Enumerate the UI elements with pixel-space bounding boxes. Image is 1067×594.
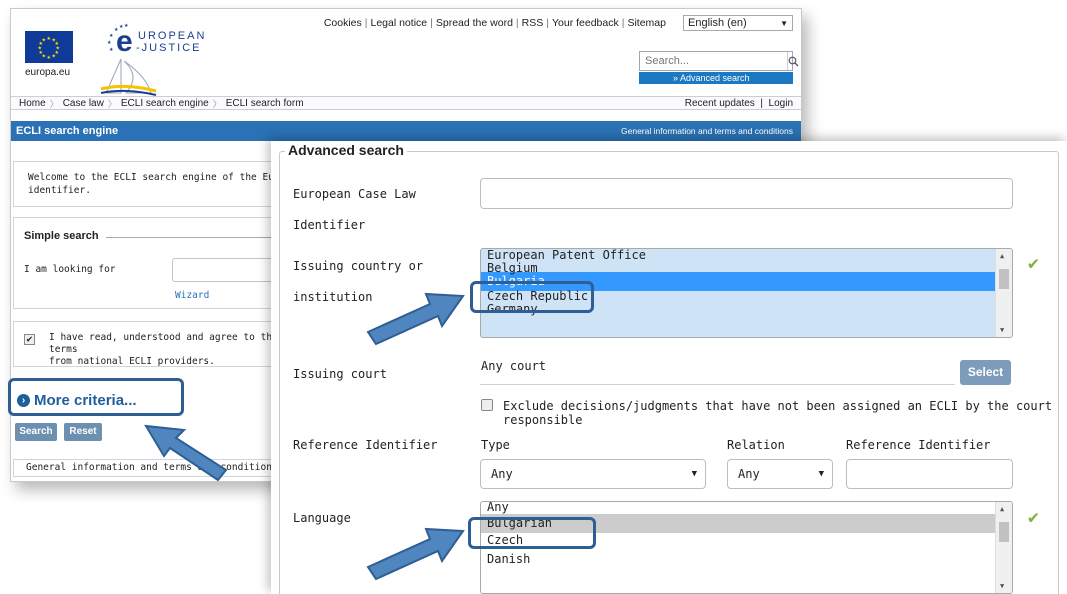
cookies-link[interactable]: Cookies [321, 17, 365, 29]
svg-text:★: ★ [109, 47, 114, 53]
engine-title: ECLI search engine [16, 125, 119, 137]
scroll-thumb[interactable] [999, 269, 1009, 289]
relation-dropdown-value: Any [738, 467, 760, 481]
svg-text:★: ★ [47, 55, 52, 61]
court-label: Issuing court [293, 367, 387, 381]
scroll-up-icon[interactable]: ▲ [1000, 505, 1004, 513]
court-underline [480, 384, 955, 385]
valid-check-icon: ✔ [1028, 507, 1039, 528]
agree-terms-text: I have read, understood and agree to the… [49, 332, 289, 368]
language-scrollbar[interactable]: ▲ ▼ [995, 502, 1012, 593]
ejustice-logo[interactable]: ★ ★ ★ ★ ★ ★ e UROPEAN -JUSTICE [96, 21, 246, 96]
breadcrumb-ecli-engine[interactable]: ECLI search engine [117, 98, 213, 109]
search-icon[interactable] [787, 52, 799, 70]
engine-title-bar: ECLI search engine General information a… [11, 121, 801, 141]
ecli-input[interactable] [480, 178, 1013, 209]
simple-search-title: Simple search [24, 230, 99, 242]
court-value: Any court [481, 359, 547, 373]
scroll-thumb[interactable] [999, 522, 1009, 542]
search-button[interactable]: Search [15, 423, 57, 441]
country-scrollbar[interactable]: ▲ ▼ [995, 249, 1012, 337]
arrow-to-bulgarian-icon [366, 527, 465, 581]
agree-terms-checkbox[interactable]: ✔ [24, 334, 35, 345]
recent-updates-link[interactable]: Recent updates [685, 98, 755, 109]
looking-for-input[interactable] [172, 258, 282, 282]
dropdown-arrow-icon: ▼ [818, 469, 824, 479]
feedback-link[interactable]: Your feedback [549, 17, 622, 29]
europa-label: europa.eu [25, 67, 71, 78]
ejustice-e: e [116, 25, 133, 58]
general-info-link[interactable]: General information and terms and condit… [621, 121, 793, 141]
dropdown-arrow-icon: ▼ [691, 469, 697, 479]
breadcrumb-case-law[interactable]: Case law [59, 98, 108, 109]
dropdown-arrow-icon: ▼ [780, 18, 788, 28]
country-label-line1: Issuing country or [293, 259, 424, 273]
language-select-value: English (en) [688, 17, 747, 29]
reset-button[interactable]: Reset [64, 423, 102, 441]
header-search-input[interactable] [640, 55, 787, 67]
header-search-box [639, 51, 799, 71]
check-icon: ✔ [26, 334, 33, 345]
scroll-up-icon[interactable]: ▲ [1000, 252, 1004, 260]
login-link[interactable]: Login [769, 98, 793, 109]
breadcrumb-divider: | [760, 98, 763, 109]
language-select[interactable]: English (en) ▼ [683, 15, 793, 31]
sitemap-link[interactable]: Sitemap [624, 17, 669, 29]
wizard-link[interactable]: Wizard [175, 290, 209, 301]
breadcrumb-home[interactable]: Home [15, 98, 50, 109]
section-divider [106, 237, 296, 238]
relation-dropdown[interactable]: Any ▼ [727, 459, 833, 489]
looking-for-label: I am looking for [24, 264, 116, 275]
reference-id-label: Reference Identifier [846, 438, 991, 452]
legal-notice-link[interactable]: Legal notice [367, 17, 430, 29]
rss-link[interactable]: RSS [519, 17, 547, 29]
arrow-to-more-criteria-icon [144, 424, 228, 482]
reference-label: Reference Identifier [293, 438, 438, 452]
type-dropdown-value: Any [491, 467, 513, 481]
advanced-search-title: Advanced search [285, 142, 407, 158]
svg-text:★: ★ [109, 33, 114, 39]
type-label: Type [481, 438, 510, 452]
scroll-down-icon[interactable]: ▼ [1000, 582, 1004, 590]
breadcrumb: Home 〉 Case law 〉 ECLI search engine 〉 ECLI… [11, 96, 801, 110]
ejustice-text-line1: UROPEAN [138, 30, 207, 42]
agree-text-line1: I have read, understood and agree to the… [49, 332, 278, 355]
scroll-down-icon[interactable]: ▼ [1000, 326, 1004, 334]
arrow-to-bulgaria-icon [366, 292, 465, 346]
svg-text:★: ★ [42, 38, 47, 44]
valid-check-icon: ✔ [1028, 253, 1039, 274]
advanced-search-link[interactable]: » Advanced search [639, 72, 793, 84]
relation-label: Relation [727, 438, 785, 452]
language-option[interactable]: Danish [481, 550, 997, 569]
breadcrumb-ecli-form: ECLI search form [225, 97, 304, 109]
more-criteria-highlight [8, 378, 184, 416]
ecli-label-line2: Identifier [293, 218, 366, 232]
agree-text-line2: from national ECLI providers. [49, 356, 215, 367]
spread-the-word-link[interactable]: Spread the word [433, 17, 516, 29]
top-links-bar: Cookies | Legal notice | Spread the word | … [321, 15, 793, 31]
select-court-button[interactable]: Select [960, 360, 1011, 385]
exclude-text: Exclude decisions/judgments that have no… [503, 399, 1053, 427]
type-dropdown[interactable]: Any ▼ [480, 459, 706, 489]
chevron-right-icon: 〉 [107, 98, 117, 109]
ecli-label-line1: European Case Law [293, 187, 416, 201]
reference-id-input[interactable] [846, 459, 1013, 489]
chevron-right-icon: 〉 [212, 98, 222, 109]
svg-text:★: ★ [107, 40, 112, 46]
bulgarian-language-highlight [468, 517, 596, 549]
eu-stars-icon: ★ ★★ ★★★ ★★★ ★★★ [38, 36, 61, 61]
ejustice-text-line2: -JUSTICE [136, 42, 202, 54]
eu-flag-logo[interactable]: ★ ★ ★ ★ ★ ★ ★ ★ ★ ★ ★ ★ [25, 31, 73, 63]
exclude-checkbox[interactable] [481, 399, 493, 411]
svg-text:★: ★ [52, 54, 57, 60]
breadcrumb-right-links: Recent updates | Login [685, 97, 793, 110]
bulgaria-country-highlight [470, 281, 594, 313]
language-label: Language [293, 511, 351, 525]
chevron-right-icon: 〉 [49, 98, 59, 109]
